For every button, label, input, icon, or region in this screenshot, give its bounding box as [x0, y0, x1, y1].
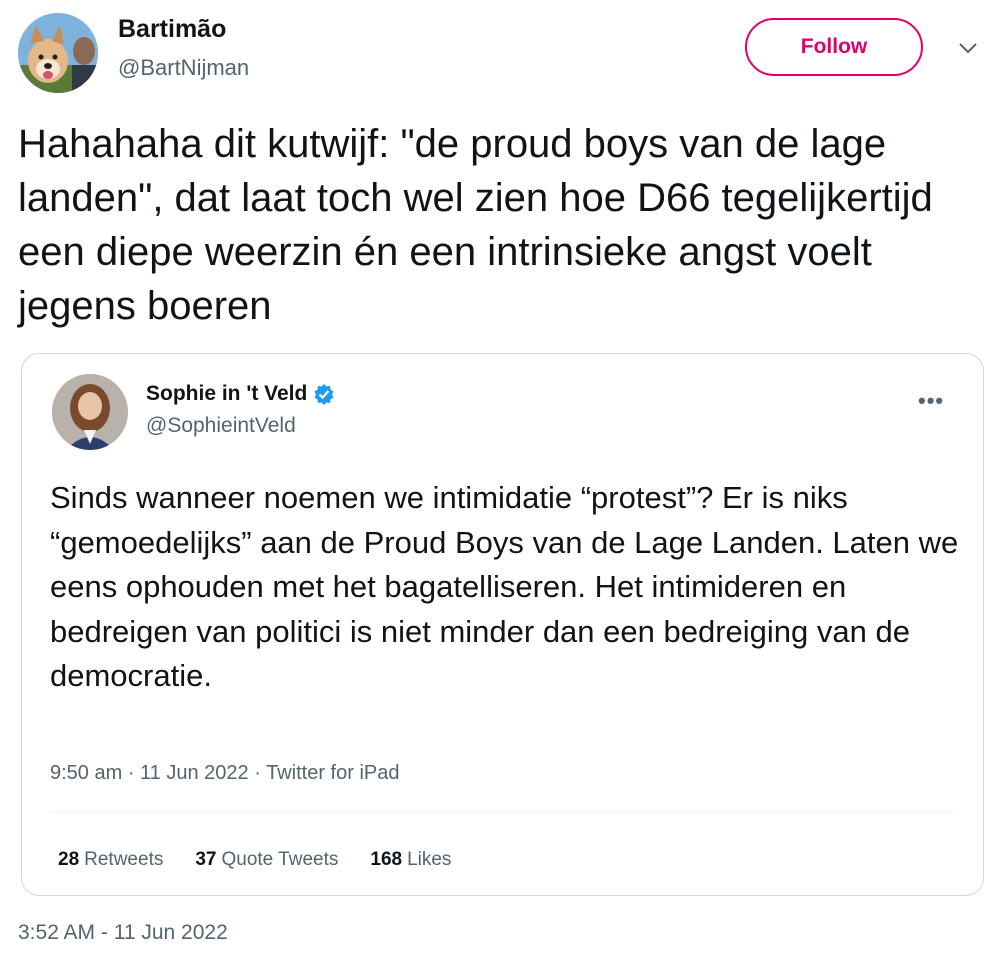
quote-tweets-stat[interactable]: 37 Quote Tweets	[195, 849, 338, 871]
likes-count: 168	[370, 849, 403, 870]
author-display-name[interactable]: Bartimão	[118, 15, 226, 44]
quoted-time[interactable]: 9:50 am	[50, 762, 122, 784]
retweets-label: Retweets	[84, 849, 164, 870]
quoted-display-name[interactable]: Sophie in 't Veld	[146, 382, 307, 406]
quoted-date[interactable]: 11 Jun 2022	[140, 762, 249, 784]
follow-button[interactable]: Follow	[745, 18, 923, 76]
quote-tweets-label: Quote Tweets	[221, 849, 339, 870]
chevron-down-icon[interactable]	[955, 38, 981, 58]
quoted-author-name[interactable]: Sophie in 't Veld	[146, 382, 335, 406]
meta-separator: ·	[254, 762, 267, 784]
more-options-icon[interactable]: •••	[918, 388, 944, 414]
retweets-stat[interactable]: 28 Retweets	[58, 849, 163, 871]
retweets-count: 28	[58, 849, 80, 870]
author-avatar[interactable]	[18, 13, 98, 93]
divider	[50, 812, 955, 813]
quoted-tweet-card[interactable]: Sophie in 't Veld @SophieintVeld ••• Sin…	[21, 353, 984, 896]
quoted-source[interactable]: Twitter for iPad	[266, 762, 399, 784]
quoted-author-avatar[interactable]	[52, 374, 128, 450]
verified-badge-icon	[314, 384, 334, 405]
likes-stat[interactable]: 168 Likes	[370, 849, 451, 871]
quoted-tweet-meta: 9:50 am · 11 Jun 2022 · Twitter for iPad	[50, 762, 399, 785]
dog-avatar-icon	[18, 13, 98, 93]
tweet-text: Hahahaha dit kutwijf: "de proud boys van…	[18, 122, 933, 328]
person-avatar-icon	[52, 374, 128, 450]
quoted-tweet-text: Sinds wanneer noemen we intimidatie “pro…	[50, 480, 959, 693]
quoted-tweet-stats: 28 Retweets 37 Quote Tweets 168 Likes	[58, 849, 451, 871]
quote-tweets-count: 37	[195, 849, 217, 870]
likes-label: Likes	[407, 849, 452, 870]
quoted-author-handle[interactable]: @SophieintVeld	[146, 414, 296, 438]
meta-separator: ·	[127, 762, 141, 784]
tweet-timestamp[interactable]: 3:52 AM - 11 Jun 2022	[18, 921, 228, 945]
author-handle[interactable]: @BartNijman	[118, 55, 249, 81]
